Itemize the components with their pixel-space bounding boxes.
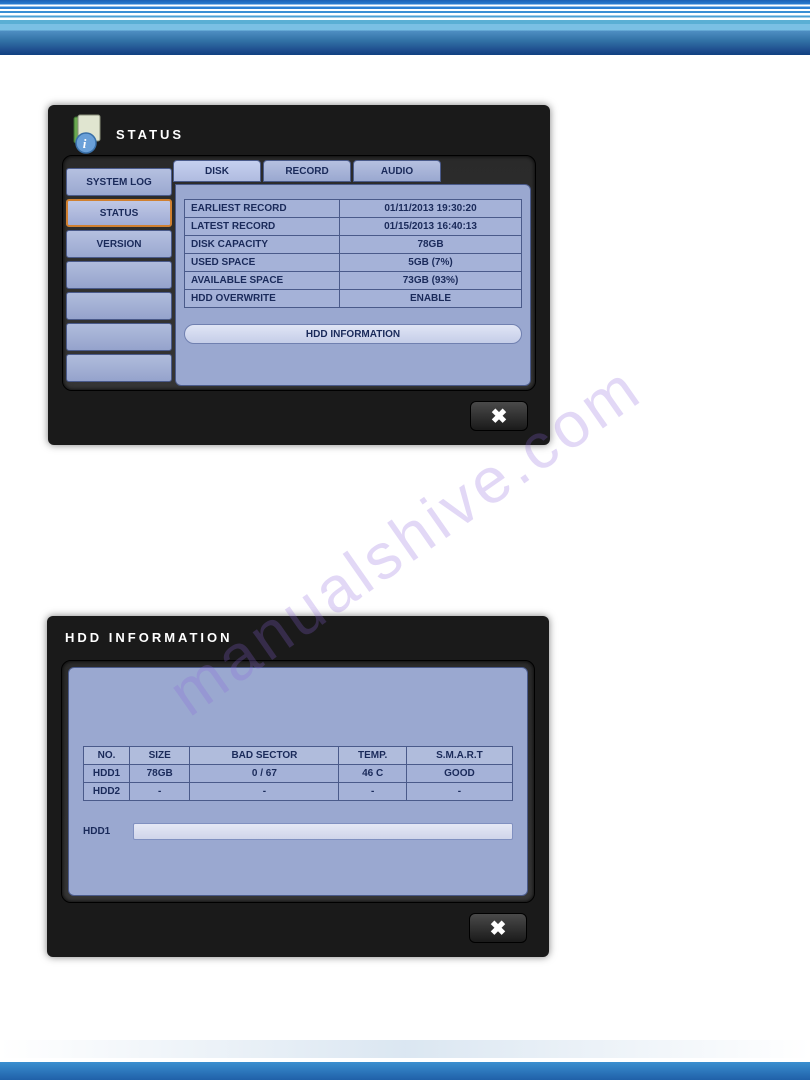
button-label: HDD INFORMATION (306, 329, 400, 340)
disk-info-table: EARLIEST RECORD01/11/2013 19:30:20 LATES… (184, 199, 522, 308)
table-header-row: NO. SIZE BAD SECTOR TEMP. S.M.A.R.T (84, 747, 513, 765)
status-title: STATUS (116, 127, 184, 142)
tab-record[interactable]: RECORD (263, 160, 351, 182)
tab-label: DISK (205, 166, 229, 177)
row-value: 73GB (93%) (340, 272, 522, 290)
row-label: DISK CAPACITY (185, 236, 340, 254)
col-smart: S.M.A.R.T (406, 747, 512, 765)
status-body: SYSTEM LOG STATUS VERSION DISK RECORD AU… (62, 155, 536, 391)
table-row: HDD2 - - - - (84, 783, 513, 801)
tab-disk[interactable]: DISK (173, 160, 261, 182)
table-row: USED SPACE5GB (7%) (185, 254, 522, 272)
sidebar-item-label: STATUS (100, 208, 139, 219)
sidebar-item-empty (66, 261, 172, 289)
cell-temp: - (339, 783, 406, 801)
status-header: i STATUS (48, 105, 550, 159)
bottom-decor-light (0, 1040, 810, 1058)
hdd-inner: NO. SIZE BAD SECTOR TEMP. S.M.A.R.T HDD1… (68, 667, 528, 896)
hdd-table: NO. SIZE BAD SECTOR TEMP. S.M.A.R.T HDD1… (83, 746, 513, 801)
sidebar-item-empty (66, 292, 172, 320)
close-icon: ✖ (490, 916, 507, 941)
row-label: HDD OVERWRITE (185, 290, 340, 308)
sidebar-item-empty (66, 354, 172, 382)
progress-label: HDD1 (83, 826, 123, 837)
info-folder-icon: i (68, 113, 110, 155)
col-bad-sector: BAD SECTOR (190, 747, 339, 765)
col-size: SIZE (130, 747, 190, 765)
cell-bad-sector: - (190, 783, 339, 801)
cell-no: HDD1 (84, 765, 130, 783)
hdd-info-panel: HDD INFORMATION NO. SIZE BAD SECTOR TEMP… (47, 616, 549, 957)
table-row: HDD1 78GB 0 / 67 46 C GOOD (84, 765, 513, 783)
cell-bad-sector: 0 / 67 (190, 765, 339, 783)
row-label: LATEST RECORD (185, 218, 340, 236)
table-row: EARLIEST RECORD01/11/2013 19:30:20 (185, 200, 522, 218)
row-label: USED SPACE (185, 254, 340, 272)
cell-size: - (130, 783, 190, 801)
sidebar-item-empty (66, 323, 172, 351)
hdd-header: HDD INFORMATION (47, 616, 549, 649)
hdd-progress-row: HDD1 (83, 823, 513, 840)
row-value: 01/15/2013 16:40:13 (340, 218, 522, 236)
top-banner (0, 0, 810, 55)
hdd-information-button[interactable]: HDD INFORMATION (184, 324, 522, 344)
cell-temp: 46 C (339, 765, 406, 783)
sidebar: SYSTEM LOG STATUS VERSION (66, 168, 172, 387)
bottom-decor (0, 1062, 810, 1080)
tab-label: AUDIO (381, 166, 413, 177)
disk-content: EARLIEST RECORD01/11/2013 19:30:20 LATES… (175, 184, 531, 386)
close-icon: ✖ (491, 404, 508, 429)
col-no: NO. (84, 747, 130, 765)
row-value: 78GB (340, 236, 522, 254)
row-value: 5GB (7%) (340, 254, 522, 272)
row-label: EARLIEST RECORD (185, 200, 340, 218)
sidebar-item-version[interactable]: VERSION (66, 230, 172, 258)
table-row: HDD OVERWRITEENABLE (185, 290, 522, 308)
close-button[interactable]: ✖ (470, 401, 528, 431)
table-row: LATEST RECORD01/15/2013 16:40:13 (185, 218, 522, 236)
status-panel: i STATUS SYSTEM LOG STATUS VERSION DISK … (48, 105, 550, 445)
table-row: DISK CAPACITY78GB (185, 236, 522, 254)
sidebar-item-label: SYSTEM LOG (86, 177, 152, 188)
hdd-title: HDD INFORMATION (65, 630, 233, 645)
cell-smart: - (406, 783, 512, 801)
progress-bar (133, 823, 513, 840)
cell-no: HDD2 (84, 783, 130, 801)
svg-text:i: i (83, 136, 90, 151)
tab-audio[interactable]: AUDIO (353, 160, 441, 182)
tabs: DISK RECORD AUDIO (173, 160, 441, 182)
cell-smart: GOOD (406, 765, 512, 783)
row-value: ENABLE (340, 290, 522, 308)
tab-label: RECORD (285, 166, 328, 177)
sidebar-item-system-log[interactable]: SYSTEM LOG (66, 168, 172, 196)
row-value: 01/11/2013 19:30:20 (340, 200, 522, 218)
sidebar-item-label: VERSION (96, 239, 141, 250)
row-label: AVAILABLE SPACE (185, 272, 340, 290)
cell-size: 78GB (130, 765, 190, 783)
hdd-body: NO. SIZE BAD SECTOR TEMP. S.M.A.R.T HDD1… (61, 660, 535, 903)
sidebar-item-status[interactable]: STATUS (66, 199, 172, 227)
close-button[interactable]: ✖ (469, 913, 527, 943)
col-temp: TEMP. (339, 747, 406, 765)
table-row: AVAILABLE SPACE73GB (93%) (185, 272, 522, 290)
